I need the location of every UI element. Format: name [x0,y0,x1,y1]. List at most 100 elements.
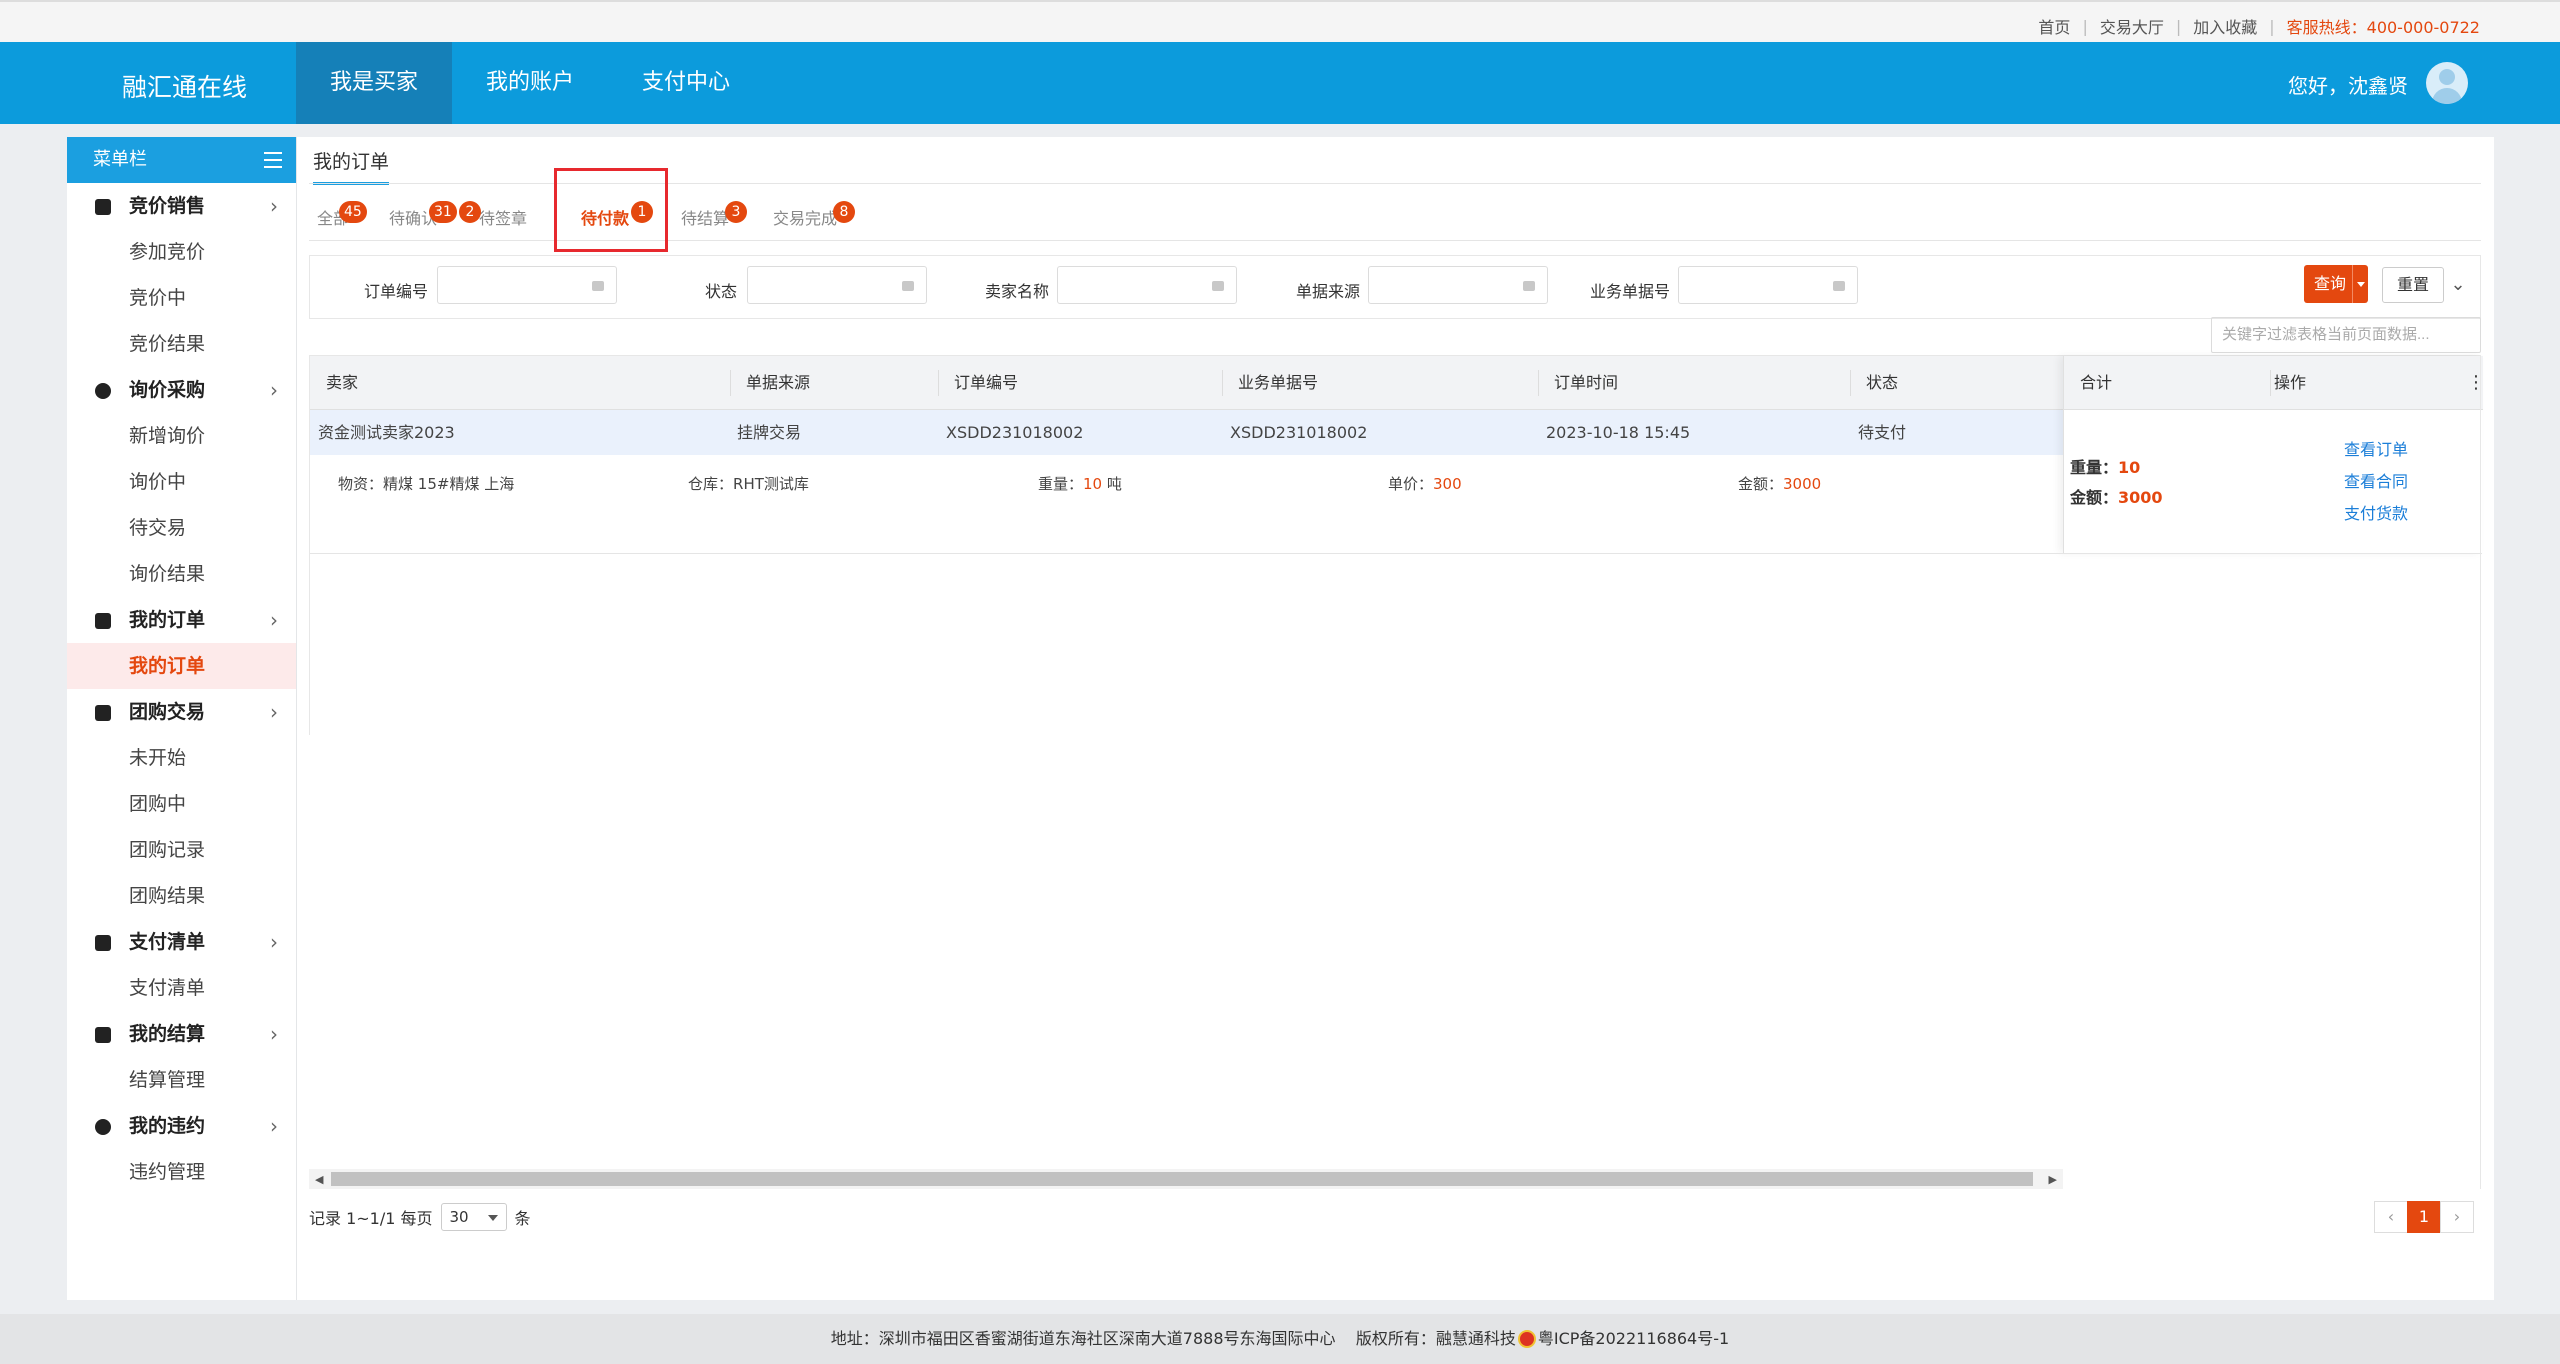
detail-value: 精煤 15#精煤 上海 [383,475,515,493]
col-source: 单据来源 [746,373,811,392]
sidebar-group-bidding[interactable]: 竞价销售 › [67,183,296,229]
home-link[interactable]: 首页 [2038,14,2070,38]
tab-label: 待签章 [478,209,527,228]
col-divider [730,370,731,396]
query-label: 查询 [2314,274,2347,293]
sidebar-item-my-orders[interactable]: 我的订单 [67,643,296,689]
prev-page-icon[interactable]: ‹ [2374,1201,2408,1233]
sidebar-title: 菜单栏 [93,149,147,170]
scroll-left-icon[interactable]: ◀ [315,1173,323,1186]
source-input[interactable] [1368,266,1548,304]
sidebar-group-default[interactable]: 我的违约 › [67,1103,296,1149]
sidebar-header: 菜单栏 [67,137,296,183]
sidebar-item-group-record[interactable]: 团购记录 [67,827,296,873]
tab-label: 待结算 [680,209,729,228]
chevron-right-icon: › [270,378,278,402]
tab-pending-confirm[interactable]: 待确认 31 [371,189,457,241]
tab-pending-sign[interactable]: 待签章 2 [459,189,545,241]
sidebar-item-group-buying[interactable]: 团购中 [67,781,296,827]
order-no-input[interactable] [437,266,617,304]
sidebar-item-inquiring[interactable]: 询价中 [67,459,296,505]
sidebar-item-payment-list[interactable]: 支付清单 [67,965,296,1011]
source-label: 单据来源 [1296,282,1361,301]
nav-account[interactable]: 我的账户 [452,42,608,124]
user-avatar-icon[interactable] [2426,62,2468,104]
main-content: 我的订单 全部 45 待确认 31 待签章 2 待付款 1 待结算 3 交易完成 8 订单编… [296,137,2494,1300]
page-title[interactable]: 我的订单 [313,147,390,185]
group-label: 团购交易 [129,701,206,723]
sidebar-item-join-bidding[interactable]: 参加竞价 [67,229,296,275]
nav-buyer[interactable]: 我是买家 [296,42,453,124]
detail-label: 仓库： [688,475,734,493]
col-seller: 卖家 [326,373,359,392]
table-filter-input[interactable]: 关键字过滤表格当前页面数据... [2211,317,2481,353]
alert-icon [95,1119,111,1135]
group-label: 我的订单 [129,609,206,631]
table-frame [2063,355,2481,1189]
cell-source: 挂牌交易 [737,423,802,442]
biz-no-input[interactable] [1678,266,1858,304]
sidebar-group-settlement[interactable]: 我的结算 › [67,1011,296,1057]
detail-material: 物资：精煤 15#精煤 上海 [338,473,514,494]
chevron-right-icon: › [270,194,278,218]
detail-value: 3000 [1783,475,1822,493]
query-button[interactable]: 查询 [2304,265,2368,303]
cell-biz-no: XSDD231018002 [1230,423,1368,442]
pagination-info: 记录 1~1/1 每页 30 条 [309,1203,531,1231]
detail-unit: 吨 [1106,475,1122,493]
sidebar-group-inquiry[interactable]: 询价采购 › [67,367,296,413]
footer-icp[interactable]: 粤ICP备2022116864号-1 [1538,1329,1729,1348]
detail-value: 300 [1433,475,1462,493]
status-input[interactable] [747,266,927,304]
table-row[interactable] [310,410,2063,455]
highlight-box [554,168,668,252]
col-order-no: 订单编号 [954,373,1019,392]
seller-input[interactable] [1057,266,1237,304]
col-divider [1538,370,1539,396]
calculator-icon [95,1027,111,1043]
chevron-right-icon: › [270,608,278,632]
sidebar-item-new-inquiry[interactable]: 新增询价 [67,413,296,459]
scroll-thumb[interactable] [331,1172,2033,1186]
tab-pending-settle[interactable]: 待结算 3 [663,189,747,241]
sidebar-group-orders[interactable]: 我的订单 › [67,597,296,643]
sidebar-item-default-mgmt[interactable]: 违约管理 [67,1149,296,1195]
group-label: 我的结算 [129,1023,206,1045]
status-label: 状态 [705,282,738,301]
nav-payment-center[interactable]: 支付中心 [608,42,764,124]
records-text: 记录 1~1/1 每页 [309,1209,433,1228]
site-logo[interactable]: 融汇通在线 [122,68,247,104]
col-divider [1222,370,1223,396]
sidebar-item-inquiry-result[interactable]: 询价结果 [67,551,296,597]
detail-label: 单价： [1388,475,1434,493]
sidebar-item-settlement-mgmt[interactable]: 结算管理 [67,1057,296,1103]
tab-completed[interactable]: 交易完成 8 [753,189,857,241]
sidebar-group-group-buy[interactable]: 团购交易 › [67,689,296,735]
gavel-icon [95,199,111,215]
count-badge: 45 [339,201,367,223]
reset-button[interactable]: 重置 [2382,267,2444,303]
next-page-icon[interactable]: › [2440,1201,2474,1233]
sidebar-item-group-result[interactable]: 团购结果 [67,873,296,919]
sidebar-group-payment-list[interactable]: 支付清单 › [67,919,296,965]
sidebar-item-bidding[interactable]: 竞价中 [67,275,296,321]
scroll-right-icon[interactable]: ▶ [2049,1173,2057,1186]
sidebar-item-pending-trade[interactable]: 待交易 [67,505,296,551]
chevron-right-icon: › [270,1022,278,1046]
dropdown-caret-icon[interactable] [2352,265,2368,303]
favorite-link[interactable]: 加入收藏 [2193,14,2257,38]
expand-chevron-icon[interactable]: ⌄ [2443,267,2473,303]
group-label: 支付清单 [129,931,206,953]
hamburger-icon[interactable] [264,152,282,168]
page-number[interactable]: 1 [2407,1201,2441,1233]
user-greeting[interactable]: 您好，沈鑫贤 [2288,70,2408,99]
trade-hall-link[interactable]: 交易大厅 [2100,14,2164,38]
sidebar-item-not-started[interactable]: 未开始 [67,735,296,781]
detail-amount: 金额：3000 [1738,473,1821,494]
page-footer: 地址：深圳市福田区香蜜湖街道东海社区深南大道7888号东海国际中心 版权所有：融… [0,1314,2560,1364]
chevron-right-icon: › [270,700,278,724]
tab-all[interactable]: 全部 45 [309,189,367,241]
horizontal-scrollbar[interactable]: ◀ ▶ [309,1169,2063,1189]
page-size-select[interactable]: 30 [440,1203,507,1231]
sidebar-item-bidding-result[interactable]: 竞价结果 [67,321,296,367]
